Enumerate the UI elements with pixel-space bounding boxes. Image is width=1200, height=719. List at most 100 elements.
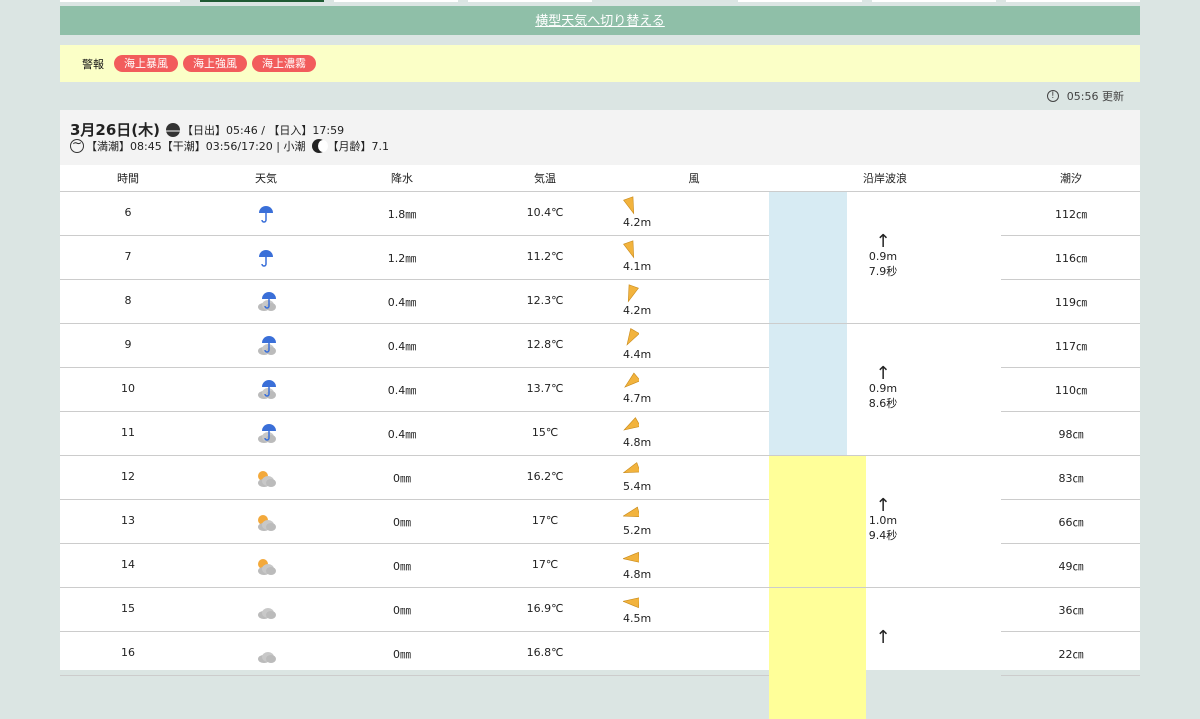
table-row: 7 1.2㎜ 11.2℃ 116㎝ 4.1m xyxy=(60,236,1140,280)
row-divider xyxy=(1001,675,1140,676)
warning-label: 警報 xyxy=(82,57,104,71)
hour-cell: 12 xyxy=(121,470,135,483)
hour-cell: 13 xyxy=(121,514,135,527)
tab-5[interactable] xyxy=(738,0,862,2)
tab-2[interactable] xyxy=(200,0,324,2)
wind-speed: 4.8m xyxy=(623,436,652,449)
wind-indicator: 4.8m xyxy=(622,548,651,581)
header-tide: 潮汐 xyxy=(1060,172,1082,185)
wind-arrow-icon xyxy=(623,417,641,431)
tab-4[interactable] xyxy=(468,0,592,2)
precip-cell: 0㎜ xyxy=(393,604,411,617)
day-header: 3月26日(木) 【日出】05:46 / 【日入】17:59 【満潮】08:45… xyxy=(60,110,1140,165)
cloud-rain-icon xyxy=(255,378,277,400)
switch-horizontal-link[interactable]: 横型天気へ切り替える xyxy=(535,14,665,29)
wind-indicator: 4.8m xyxy=(623,416,651,449)
wind-speed: 4.5m xyxy=(623,612,652,625)
warning-badge[interactable]: 海上濃霧 xyxy=(252,55,316,72)
tide-cell: 116㎝ xyxy=(1055,252,1087,265)
wind-speed: 4.7m xyxy=(623,392,652,405)
column-headers: 時間 天気 降水 気温 風 沿岸波浪 潮汐 xyxy=(60,165,1140,192)
tab-6[interactable] xyxy=(872,0,996,2)
wind-arrow-icon xyxy=(622,551,640,563)
cloud-icon xyxy=(255,642,277,664)
rain-icon xyxy=(255,246,277,268)
tide-cell: 117㎝ xyxy=(1055,340,1087,353)
warning-badge[interactable]: 海上暴風 xyxy=(114,55,178,72)
hour-cell: 8 xyxy=(124,294,132,307)
warning-bar: 警報 海上暴風 海上強風 海上濃霧 xyxy=(60,45,1140,82)
table-row: 16 0㎜ 16.8℃ 22㎝ xyxy=(60,632,1140,676)
precip-cell: 0㎜ xyxy=(393,560,411,573)
wind-speed: 5.4m xyxy=(623,480,652,493)
tide-cell: 112㎝ xyxy=(1055,208,1087,221)
hour-cell: 6 xyxy=(124,206,132,219)
wave-height: 1.0m xyxy=(868,514,898,527)
tide-cell: 83㎝ xyxy=(1058,472,1084,485)
table-row: 12 0㎜ 16.2℃ 83㎝ 5.4m xyxy=(60,456,1140,500)
wind-speed: 5.2m xyxy=(623,524,652,537)
wind-indicator: 4.4m xyxy=(623,328,651,361)
wind-speed: 4.2m xyxy=(623,216,652,229)
wind-arrow-icon xyxy=(623,240,635,259)
table-row: 6 1.8㎜ 10.4℃ 112㎝ 4.2m xyxy=(60,192,1140,236)
table-row: 14 0㎜ 17℃ 49㎝ 4.8m xyxy=(60,544,1140,588)
tide-cell: 36㎝ xyxy=(1058,604,1084,617)
tide-cell: 66㎝ xyxy=(1058,516,1084,529)
wind-indicator: 4.1m xyxy=(623,240,651,273)
temp-cell: 13.7℃ xyxy=(526,382,564,395)
temp-cell: 17℃ xyxy=(531,558,559,571)
temp-cell: 11.2℃ xyxy=(526,250,564,263)
temp-cell: 12.3℃ xyxy=(526,294,564,307)
sun-times: 【日出】05:46 / 【日入】17:59 xyxy=(182,123,345,137)
wind-arrow-icon xyxy=(622,597,640,609)
cloud-rain-icon xyxy=(255,290,277,312)
temp-cell: 15℃ xyxy=(531,426,559,439)
temp-cell: 16.2℃ xyxy=(526,470,564,483)
info-icon[interactable]: ! xyxy=(1046,90,1059,102)
temp-cell: 12.8℃ xyxy=(526,338,564,351)
precip-cell: 0.4㎜ xyxy=(387,296,417,309)
temp-cell: 16.8℃ xyxy=(526,646,564,659)
wind-speed: 4.1m xyxy=(623,260,652,273)
wave-period: 8.6秒 xyxy=(868,397,898,410)
tide-cell: 119㎝ xyxy=(1055,296,1087,309)
tab-1[interactable] xyxy=(60,0,180,2)
tide-cell: 22㎝ xyxy=(1058,648,1084,661)
sun-cloud-icon xyxy=(255,554,277,576)
sun-cloud-icon xyxy=(255,510,277,532)
table-row: 10 0.4㎜ 13.7℃ 110㎝ 4.7m xyxy=(60,368,1140,412)
wave-direction-icon: ↑ xyxy=(875,495,891,516)
table-row: 13 0㎜ 17℃ 66㎝ 5.2m xyxy=(60,500,1140,544)
layout-switch-bar: 横型天気へ切り替える xyxy=(60,6,1140,35)
precip-cell: 0.4㎜ xyxy=(387,340,417,353)
warning-badge[interactable]: 海上強風 xyxy=(183,55,247,72)
wave-direction-icon: ↑ xyxy=(875,231,891,252)
wind-arrow-icon xyxy=(623,196,635,215)
hour-cell: 16 xyxy=(121,646,135,659)
wind-speed: 4.8m xyxy=(623,568,652,581)
header-precip: 降水 xyxy=(391,172,413,185)
wind-arrow-icon xyxy=(622,462,641,474)
header-wave: 沿岸波浪 xyxy=(863,172,907,185)
header-temp: 気温 xyxy=(534,172,556,185)
table-row: 11 0.4㎜ 15℃ 98㎝ 4.8m xyxy=(60,412,1140,456)
precip-cell: 0.4㎜ xyxy=(387,428,417,441)
temp-cell: 16.9℃ xyxy=(526,602,564,615)
wind-indicator: 4.7m xyxy=(623,372,651,405)
precip-cell: 0㎜ xyxy=(393,472,411,485)
tab-3[interactable] xyxy=(334,0,458,2)
tab-7[interactable] xyxy=(1006,0,1140,2)
header-wind: 風 xyxy=(688,172,700,185)
wave-height: 0.9m xyxy=(868,382,898,395)
table-row: 9 0.4㎜ 12.8℃ 117㎝ 4.4m xyxy=(60,324,1140,368)
sunrise-icon xyxy=(166,122,181,137)
temp-cell: 10.4℃ xyxy=(526,206,564,219)
wind-indicator: 4.5m xyxy=(622,592,651,625)
hour-cell: 11 xyxy=(121,426,135,439)
wave-period: 9.4秒 xyxy=(868,529,898,542)
wind-arrow-icon xyxy=(626,328,640,346)
wave-height: 0.9m xyxy=(868,250,898,263)
table-row: 15 0㎜ 16.9℃ 36㎝ 4.5m xyxy=(60,588,1140,632)
moon-icon xyxy=(311,139,328,153)
